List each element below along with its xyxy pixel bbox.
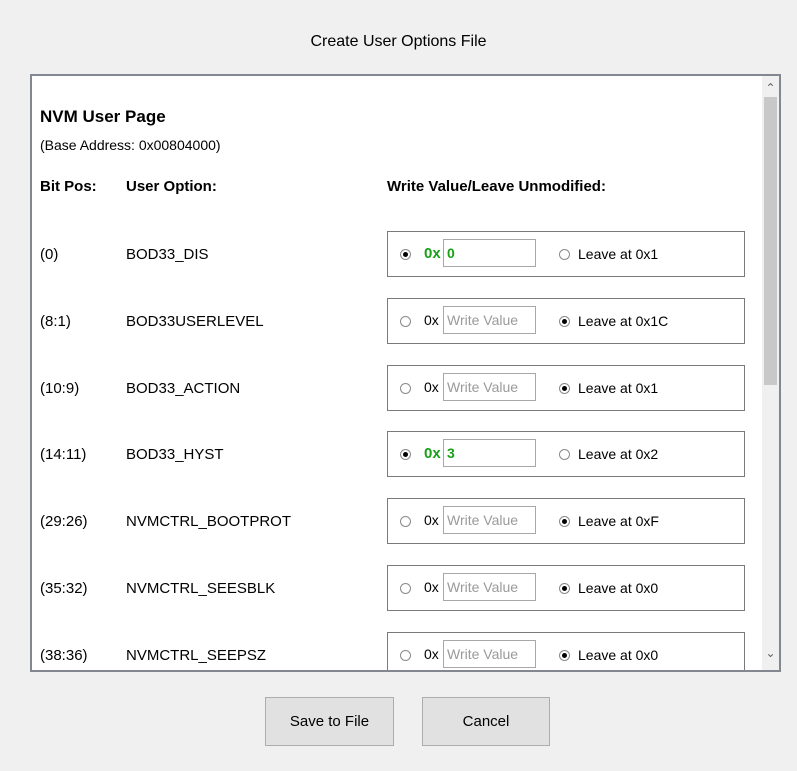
write-value-radio[interactable] [400, 383, 411, 394]
save-to-file-button[interactable]: Save to File [265, 697, 394, 746]
hex-prefix: 0x [424, 379, 439, 395]
write-value-group: 0x Leave at 0x1 [387, 365, 745, 411]
hex-prefix: 0x [424, 445, 441, 462]
leave-unmodified-radio[interactable] [559, 516, 570, 527]
option-name: BOD33_ACTION [126, 380, 241, 397]
option-name: NVMCTRL_BOOTPROT [126, 513, 292, 530]
option-name: BOD33_HYST [126, 446, 224, 463]
hex-prefix: 0x [424, 579, 439, 595]
leave-label: Leave at 0x1 [578, 246, 659, 262]
chevron-up-icon[interactable]: ⌃ [762, 80, 779, 97]
write-value-input[interactable] [443, 373, 536, 401]
leave-label: Leave at 0x0 [578, 580, 659, 596]
leave-unmodified-radio[interactable] [559, 383, 570, 394]
chevron-down-icon[interactable]: ⌄ [762, 645, 779, 662]
option-row: (35:32) NVMCTRL_SEESBLK 0x Leave at 0x0 [32, 565, 763, 613]
write-value-radio[interactable] [400, 249, 411, 260]
bit-position: (29:26) [40, 513, 88, 530]
leave-label: Leave at 0x2 [578, 446, 659, 462]
options-content: NVM User Page (Base Address: 0x00804000)… [32, 76, 763, 670]
hex-prefix: 0x [424, 245, 441, 262]
vertical-scrollbar[interactable]: ⌃ ⌄ [762, 76, 779, 670]
options-panel: NVM User Page (Base Address: 0x00804000)… [30, 74, 781, 672]
write-value-group: 0x Leave at 0x1C [387, 298, 745, 344]
write-value-input[interactable] [443, 306, 536, 334]
leave-label: Leave at 0x0 [578, 647, 659, 663]
write-value-group: 0x Leave at 0x0 [387, 632, 745, 670]
hex-prefix: 0x [424, 312, 439, 328]
section-title: NVM User Page [40, 107, 166, 126]
bit-position: (38:36) [40, 647, 88, 664]
hex-prefix: 0x [424, 646, 439, 662]
header-user-option: User Option: [126, 178, 217, 195]
bit-position: (0) [40, 246, 59, 263]
write-value-group: 0x Leave at 0x2 [387, 431, 745, 477]
bit-position: (35:32) [40, 580, 88, 597]
write-value-input[interactable] [443, 640, 536, 668]
write-value-radio[interactable] [400, 650, 411, 661]
option-name: BOD33USERLEVEL [126, 313, 264, 330]
write-value-radio[interactable] [400, 516, 411, 527]
leave-label: Leave at 0x1C [578, 313, 669, 329]
leave-unmodified-radio[interactable] [559, 650, 570, 661]
scrollbar-thumb[interactable] [764, 97, 777, 385]
leave-label: Leave at 0xF [578, 513, 659, 529]
option-name: NVMCTRL_SEESBLK [126, 580, 276, 597]
header-write-value: Write Value/Leave Unmodified: [387, 178, 606, 195]
option-row: (14:11) BOD33_HYST 0x Leave at 0x2 [32, 431, 763, 479]
write-value-radio[interactable] [400, 316, 411, 327]
write-value-group: 0x Leave at 0x0 [387, 565, 745, 611]
write-value-group: 0x Leave at 0xF [387, 498, 745, 544]
bit-position: (14:11) [40, 446, 87, 463]
leave-unmodified-radio[interactable] [559, 583, 570, 594]
leave-label: Leave at 0x1 [578, 380, 659, 396]
dialog-title: Create User Options File [310, 33, 487, 50]
option-row: (0) BOD33_DIS 0x Leave at 0x1 [32, 231, 763, 279]
write-value-input[interactable] [443, 573, 536, 601]
header-bit-pos: Bit Pos: [40, 178, 97, 195]
bit-position: (10:9) [40, 380, 80, 397]
leave-unmodified-radio[interactable] [559, 449, 570, 460]
write-value-radio[interactable] [400, 449, 411, 460]
option-row: (29:26) NVMCTRL_BOOTPROT 0x Leave at 0xF [32, 498, 763, 546]
hex-prefix: 0x [424, 512, 439, 528]
option-name: NVMCTRL_SEEPSZ [126, 647, 267, 664]
write-value-input[interactable] [443, 239, 536, 267]
leave-unmodified-radio[interactable] [559, 316, 570, 327]
write-value-input[interactable] [443, 506, 536, 534]
cancel-button[interactable]: Cancel [422, 697, 550, 746]
write-value-radio[interactable] [400, 583, 411, 594]
write-value-input[interactable] [443, 439, 536, 467]
option-row: (38:36) NVMCTRL_SEEPSZ 0x Leave at 0x0 [32, 632, 763, 670]
leave-unmodified-radio[interactable] [559, 249, 570, 260]
base-address: (Base Address: 0x00804000) [40, 137, 221, 153]
option-name: BOD33_DIS [126, 246, 209, 263]
option-row: (10:9) BOD33_ACTION 0x Leave at 0x1 [32, 365, 763, 413]
option-row: (8:1) BOD33USERLEVEL 0x Leave at 0x1C [32, 298, 763, 346]
bit-position: (8:1) [40, 313, 71, 330]
write-value-group: 0x Leave at 0x1 [387, 231, 745, 277]
